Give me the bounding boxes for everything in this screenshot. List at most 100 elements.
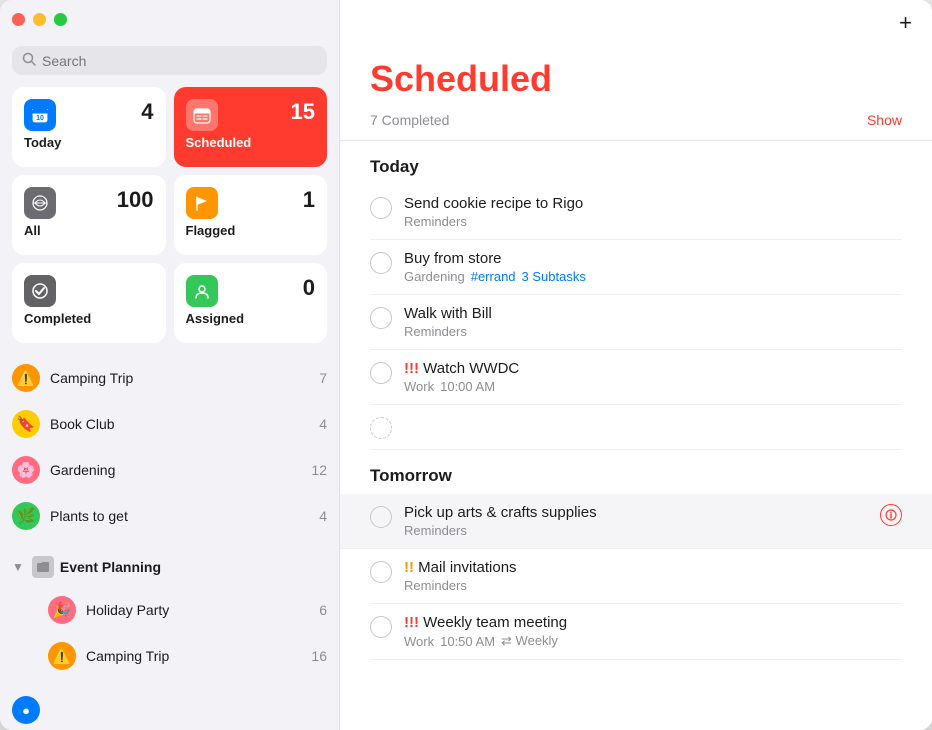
- subtasks-badge[interactable]: 3 Subtasks: [522, 269, 586, 284]
- reminder-weekly-team: !!! Weekly team meeting Work 10:50 AM ⇄ …: [370, 604, 902, 660]
- chevron-down-icon: ▼: [12, 560, 24, 574]
- search-bar[interactable]: [12, 46, 327, 75]
- list-item-extra[interactable]: ●: [0, 687, 339, 730]
- holiday-party-count: 6: [319, 602, 327, 618]
- reminder-sub-buy: Gardening #errand 3 Subtasks: [404, 269, 902, 284]
- smart-lists-grid: 10 4 Today: [0, 87, 339, 355]
- smart-list-assigned[interactable]: 0 Assigned: [174, 263, 328, 343]
- book-club-count: 4: [319, 416, 327, 432]
- reminder-circle-empty[interactable]: [370, 417, 392, 439]
- sidebar: 10 4 Today: [0, 0, 340, 730]
- search-icon: [22, 52, 36, 69]
- scheduled-icon: [186, 99, 218, 131]
- reminder-content-cookie: Send cookie recipe to Rigo Reminders: [404, 195, 902, 229]
- errand-tag[interactable]: #errand: [471, 269, 516, 284]
- reminder-sub-cookie: Reminders: [404, 214, 902, 229]
- plants-icon: 🌿: [12, 502, 40, 530]
- priority-wwdc: !!!: [404, 360, 423, 377]
- close-button[interactable]: [12, 13, 25, 26]
- priority-mail: !!: [404, 559, 418, 576]
- smart-list-completed[interactable]: Completed: [12, 263, 166, 343]
- page-title: Scheduled: [370, 58, 902, 100]
- main-header: Scheduled: [340, 38, 932, 100]
- reminder-title-wwdc: !!! Watch WWDC: [404, 360, 902, 377]
- show-button[interactable]: Show: [867, 112, 902, 128]
- holiday-party-icon: 🎉: [48, 596, 76, 624]
- list-item-book-club[interactable]: 🔖 Book Club 4: [0, 401, 339, 447]
- assigned-count: 0: [303, 275, 315, 301]
- group-name: Event Planning: [60, 559, 161, 575]
- smart-list-all[interactable]: 100 All: [12, 175, 166, 255]
- user-lists: ⚠️ Camping Trip 7 🔖 Book Club 4 🌸 Garden…: [0, 355, 339, 547]
- scheduled-count: 15: [291, 99, 315, 125]
- gardening-name: Gardening: [50, 462, 301, 478]
- reminder-sub-mail: Reminders: [404, 578, 902, 593]
- reminder-circle-walk[interactable]: [370, 307, 392, 329]
- book-club-icon: 🔖: [12, 410, 40, 438]
- smart-list-today[interactable]: 10 4 Today: [12, 87, 166, 167]
- reminder-sub-walk: Reminders: [404, 324, 902, 339]
- group-event-planning[interactable]: ▼ Event Planning: [0, 547, 339, 587]
- book-club-name: Book Club: [50, 416, 309, 432]
- today-icon: 10: [24, 99, 56, 131]
- camping-trip-name: Camping Trip: [50, 370, 309, 386]
- reminder-title-buy: Buy from store: [404, 250, 902, 267]
- maximize-button[interactable]: [54, 13, 67, 26]
- reminder-buy-from-store: Buy from store Gardening #errand 3 Subta…: [370, 240, 902, 295]
- reminder-circle-mail[interactable]: [370, 561, 392, 583]
- reminder-cookie-recipe: Send cookie recipe to Rigo Reminders: [370, 185, 902, 240]
- svg-text:10: 10: [36, 115, 44, 122]
- minimize-button[interactable]: [33, 13, 46, 26]
- smart-list-flagged[interactable]: 1 Flagged: [174, 175, 328, 255]
- plants-name: Plants to get: [50, 508, 309, 524]
- reminder-title-mail: !! Mail invitations: [404, 559, 902, 576]
- priority-weekly: !!!: [404, 614, 423, 631]
- today-count: 4: [141, 99, 153, 125]
- plants-count: 4: [319, 508, 327, 524]
- completed-text: 7 Completed: [370, 112, 449, 128]
- extra-list-icon: ●: [12, 696, 40, 724]
- assigned-label: Assigned: [186, 311, 316, 326]
- gardening-count: 12: [311, 462, 327, 478]
- group-sub-lists: 🎉 Holiday Party 6 ⚠️ Camping Trip 16: [0, 587, 339, 687]
- smart-list-scheduled[interactable]: 15 Scheduled: [174, 87, 328, 167]
- gardening-icon: 🌸: [12, 456, 40, 484]
- add-reminder-button[interactable]: +: [899, 10, 912, 36]
- section-tomorrow: Tomorrow: [370, 450, 902, 494]
- reminder-sub-arts: Reminders: [404, 523, 868, 538]
- info-icon[interactable]: [880, 504, 902, 526]
- all-icon: [24, 187, 56, 219]
- reminder-watch-wwdc: !!! Watch WWDC Work 10:00 AM: [370, 350, 902, 405]
- reminder-empty: [370, 405, 902, 450]
- reminder-content-arts: Pick up arts & crafts supplies Reminders: [404, 504, 868, 538]
- reminder-mail-invitations: !! Mail invitations Reminders: [370, 549, 902, 604]
- reminder-title-arts: Pick up arts & crafts supplies: [404, 504, 868, 521]
- list-item-camping-trip[interactable]: ⚠️ Camping Trip 7: [0, 355, 339, 401]
- section-today: Today: [370, 141, 902, 185]
- camping-trip-2-count: 16: [311, 648, 327, 664]
- flagged-count: 1: [303, 187, 315, 213]
- reminder-circle-arts[interactable]: [370, 506, 392, 528]
- scheduled-label: Scheduled: [186, 135, 316, 150]
- reminder-circle-cookie[interactable]: [370, 197, 392, 219]
- list-item-gardening[interactable]: 🌸 Gardening 12: [0, 447, 339, 493]
- list-item-holiday-party[interactable]: 🎉 Holiday Party 6: [0, 587, 339, 633]
- completed-label: Completed: [24, 311, 154, 326]
- completed-bar: 7 Completed Show: [340, 100, 932, 141]
- reminder-content-mail: !! Mail invitations Reminders: [404, 559, 902, 593]
- reminder-content-buy: Buy from store Gardening #errand 3 Subta…: [404, 250, 902, 284]
- camping-trip-count: 7: [319, 370, 327, 386]
- list-item-camping-trip-2[interactable]: ⚠️ Camping Trip 16: [0, 633, 339, 679]
- reminder-circle-buy[interactable]: [370, 252, 392, 274]
- reminder-content-walk: Walk with Bill Reminders: [404, 305, 902, 339]
- reminder-circle-weekly[interactable]: [370, 616, 392, 638]
- reminder-arts-crafts: Pick up arts & crafts supplies Reminders: [340, 494, 932, 549]
- list-item-plants-to-get[interactable]: 🌿 Plants to get 4: [0, 493, 339, 539]
- reminder-title-walk: Walk with Bill: [404, 305, 902, 322]
- reminder-title-weekly: !!! Weekly team meeting: [404, 614, 902, 631]
- reminder-circle-wwdc[interactable]: [370, 362, 392, 384]
- reminder-content-wwdc: !!! Watch WWDC Work 10:00 AM: [404, 360, 902, 394]
- today-label: Today: [24, 135, 154, 150]
- camping-trip-2-icon: ⚠️: [48, 642, 76, 670]
- search-input[interactable]: [42, 53, 317, 69]
